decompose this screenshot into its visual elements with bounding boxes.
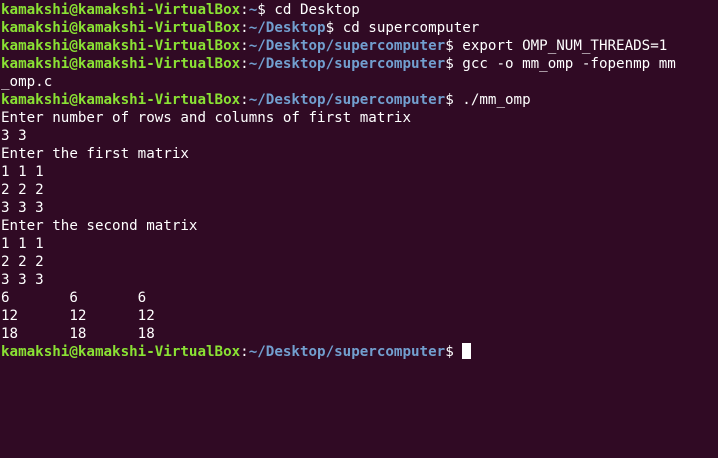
prompt-dollar: $ bbox=[325, 20, 343, 36]
prompt-user: kamakshi@kamakshi-VirtualBox bbox=[1, 92, 241, 108]
output-line: 3 3 bbox=[1, 128, 27, 144]
output-line: 3 3 3 bbox=[1, 272, 44, 288]
output-line: 1 1 1 bbox=[1, 236, 44, 252]
prompt-path: ~/Desktop/supercomputer bbox=[248, 344, 446, 360]
active-prompt-line[interactable]: kamakshi@kamakshi-VirtualBox:~/Desktop/s… bbox=[1, 343, 472, 361]
prompt-user: kamakshi@kamakshi-VirtualBox bbox=[1, 344, 241, 360]
prompt-line-5: kamakshi@kamakshi-VirtualBox:~/Desktop/s… bbox=[1, 91, 531, 109]
prompt-path: ~/Desktop/supercomputer bbox=[248, 92, 446, 108]
prompt-user: kamakshi@kamakshi-VirtualBox bbox=[1, 38, 241, 54]
prompt-dollar: $ bbox=[445, 92, 463, 108]
command-text: ./mm_omp bbox=[462, 92, 531, 108]
prompt-line-2: kamakshi@kamakshi-VirtualBox:~/Desktop$ … bbox=[1, 19, 479, 37]
command-text: gcc -o mm_omp -fopenmp mm bbox=[462, 56, 676, 72]
output-line: 18 18 18 bbox=[1, 326, 155, 342]
prompt-dollar: $ bbox=[445, 38, 463, 54]
prompt-colon: : bbox=[240, 344, 249, 360]
prompt-path: ~/Desktop/supercomputer bbox=[248, 56, 446, 72]
prompt-path: ~/Desktop/supercomputer bbox=[248, 38, 446, 54]
output-line: 6 6 6 bbox=[1, 290, 147, 306]
prompt-dollar: $ bbox=[445, 344, 463, 360]
output-line: 1 1 1 bbox=[1, 164, 44, 180]
prompt-line-4: kamakshi@kamakshi-VirtualBox:~/Desktop/s… bbox=[1, 55, 676, 73]
output-line: Enter number of rows and columns of firs… bbox=[1, 110, 411, 126]
output-line: 2 2 2 bbox=[1, 254, 44, 270]
prompt-colon: : bbox=[240, 38, 249, 54]
prompt-colon: : bbox=[240, 2, 249, 18]
prompt-path: ~/Desktop bbox=[248, 20, 326, 36]
prompt-colon: : bbox=[240, 92, 249, 108]
prompt-user: kamakshi@kamakshi-VirtualBox bbox=[1, 20, 241, 36]
prompt-dollar: $ bbox=[257, 2, 275, 18]
command-continuation: _omp.c bbox=[1, 74, 53, 90]
output-line: Enter the second matrix bbox=[1, 218, 198, 234]
text-cursor[interactable] bbox=[462, 343, 472, 359]
prompt-line-3: kamakshi@kamakshi-VirtualBox:~/Desktop/s… bbox=[1, 37, 667, 55]
prompt-colon: : bbox=[240, 56, 249, 72]
prompt-user: kamakshi@kamakshi-VirtualBox bbox=[1, 56, 241, 72]
prompt-user: kamakshi@kamakshi-VirtualBox bbox=[1, 2, 241, 18]
prompt-line-1: kamakshi@kamakshi-VirtualBox:~$ cd Deskt… bbox=[1, 1, 360, 19]
command-text: export OMP_NUM_THREADS=1 bbox=[462, 38, 668, 54]
prompt-dollar: $ bbox=[445, 56, 463, 72]
output-line: 2 2 2 bbox=[1, 182, 44, 198]
command-text: cd Desktop bbox=[274, 2, 360, 18]
prompt-colon: : bbox=[240, 20, 249, 36]
output-line: 3 3 3 bbox=[1, 200, 44, 216]
prompt-path: ~ bbox=[248, 2, 258, 18]
terminal-window[interactable]: kamakshi@kamakshi-VirtualBox:~$ cd Deskt… bbox=[0, 0, 718, 458]
output-line: 12 12 12 bbox=[1, 308, 155, 324]
command-text: cd supercomputer bbox=[342, 20, 480, 36]
output-line: Enter the first matrix bbox=[1, 146, 189, 162]
